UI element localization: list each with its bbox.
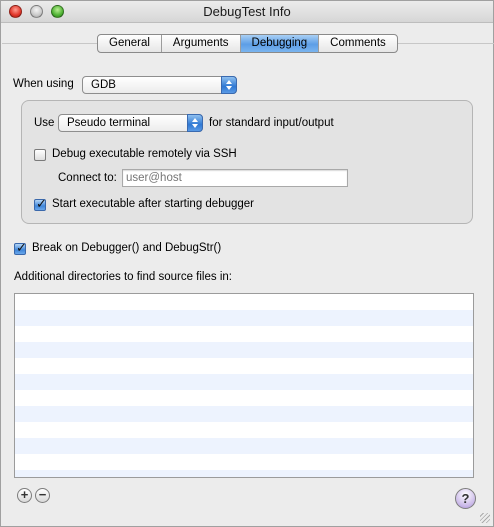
list-row xyxy=(15,438,473,454)
checkmark-icon: ✓ xyxy=(36,196,47,211)
start-after-debugger-label[interactable]: Start executable after starting debugger xyxy=(52,198,254,210)
list-row xyxy=(15,422,473,438)
when-using-label: When using xyxy=(13,78,74,90)
connect-to-label: Connect to: xyxy=(58,172,117,184)
debugger-popup[interactable]: GDB xyxy=(82,76,237,94)
help-button[interactable]: ? xyxy=(455,488,476,509)
for-standard-io-label: for standard input/output xyxy=(209,117,334,129)
info-window: DebugTest Info General Arguments Debuggi… xyxy=(0,0,494,527)
list-row xyxy=(15,390,473,406)
tab-arguments[interactable]: Arguments xyxy=(162,35,241,52)
list-row xyxy=(15,358,473,374)
checkmark-icon: ✓ xyxy=(16,240,27,255)
tab-comments[interactable]: Comments xyxy=(319,35,397,52)
source-dirs-list[interactable] xyxy=(14,293,474,478)
terminal-popup-value: Pseudo terminal xyxy=(67,117,151,129)
source-dirs-label: Additional directories to find source fi… xyxy=(14,271,232,283)
list-row xyxy=(15,294,473,310)
debugger-popup-value: GDB xyxy=(91,79,116,91)
list-row xyxy=(15,310,473,326)
title-bar[interactable]: DebugTest Info xyxy=(1,1,493,23)
break-on-debugger-label[interactable]: Break on Debugger() and DebugStr() xyxy=(32,242,221,254)
tab-debugging[interactable]: Debugging xyxy=(240,35,320,52)
add-directory-button[interactable]: + xyxy=(17,488,32,503)
remote-ssh-label[interactable]: Debug executable remotely via SSH xyxy=(52,148,237,160)
start-after-debugger-checkbox[interactable]: ✓ xyxy=(34,196,47,211)
connect-to-field[interactable] xyxy=(122,169,348,187)
list-row xyxy=(15,342,473,358)
remove-directory-button[interactable]: − xyxy=(35,488,50,503)
list-row xyxy=(15,454,473,470)
break-on-debugger-checkbox[interactable]: ✓ xyxy=(14,240,27,255)
list-row xyxy=(15,326,473,342)
window-title: DebugTest Info xyxy=(203,4,291,19)
resize-grip-icon[interactable] xyxy=(480,513,490,523)
list-row xyxy=(15,406,473,422)
popup-arrows-icon xyxy=(221,76,237,94)
list-row xyxy=(15,470,473,477)
tab-general[interactable]: General xyxy=(98,35,162,52)
popup-arrows-icon xyxy=(187,114,203,132)
list-row xyxy=(15,374,473,390)
tab-bar: General Arguments Debugging Comments xyxy=(97,34,398,53)
terminal-popup[interactable]: Pseudo terminal xyxy=(58,114,203,132)
remote-ssh-checkbox[interactable] xyxy=(34,149,46,161)
use-label: Use xyxy=(34,117,55,129)
